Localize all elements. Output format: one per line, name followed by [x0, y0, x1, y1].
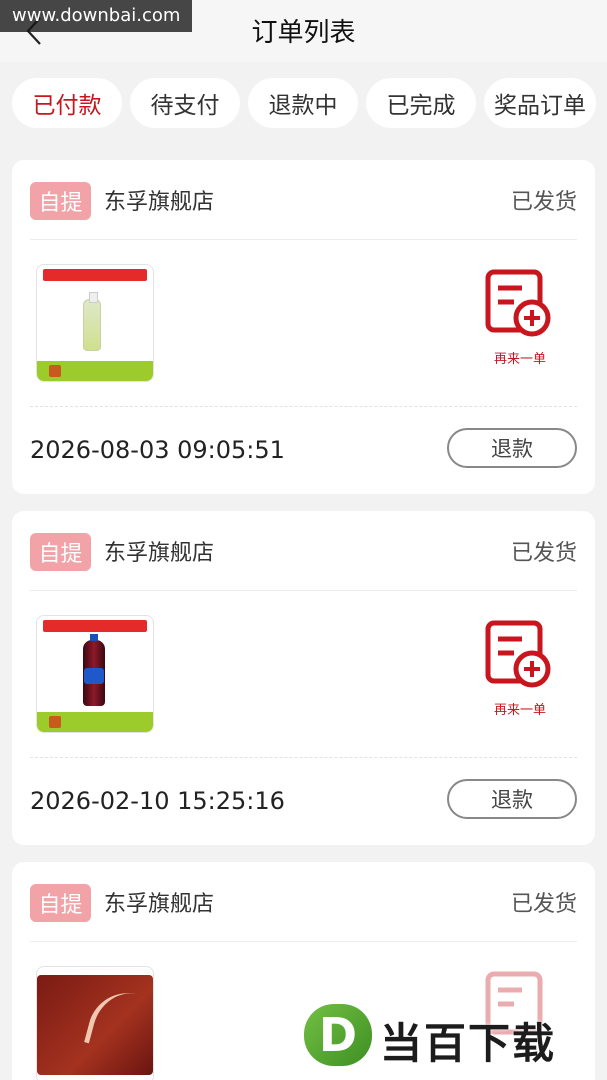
order-status: 已发货 — [510, 892, 577, 917]
brand-name: 当百下载 — [380, 1019, 557, 1068]
order-card[interactable]: 自提 东孚旗舰店 已发货 再来一单 2026-08-03 09:05:51 退款 — [12, 160, 595, 494]
order-status-tabs: 已付款 待支付 退款中 已完成 奖品订单 — [0, 78, 607, 130]
store-name: 东孚旗舰店 — [104, 541, 215, 566]
site-watermark: www.downbai.com — [0, 0, 193, 32]
divider — [30, 757, 577, 758]
tab-completed[interactable]: 已完成 — [366, 78, 476, 128]
pepsi-bottle-icon — [83, 634, 105, 706]
reorder-button[interactable]: 再来一单 — [482, 268, 562, 368]
order-time: 2026-02-10 15:25:16 — [30, 787, 285, 815]
promo-footer — [37, 361, 153, 381]
product-thumbnail[interactable] — [36, 615, 154, 733]
divider — [30, 406, 577, 407]
reorder-button[interactable]: 再来一单 — [482, 619, 562, 719]
product-thumbnail[interactable] — [36, 966, 154, 1080]
brand-logo-icon: D — [304, 1004, 372, 1066]
reorder-icon — [485, 620, 551, 688]
tab-paid[interactable]: 已付款 — [12, 78, 122, 128]
refund-button[interactable]: 退款 — [447, 779, 577, 819]
refund-button[interactable]: 退款 — [447, 428, 577, 468]
promo-banner — [43, 620, 147, 632]
promo-footer — [37, 712, 153, 732]
store-name: 东孚旗舰店 — [104, 190, 215, 215]
pickup-tag: 自提 — [30, 884, 91, 922]
divider — [30, 239, 577, 240]
divider — [30, 941, 577, 942]
order-status: 已发货 — [510, 541, 577, 566]
order-time: 2026-08-03 09:05:51 — [30, 436, 285, 464]
tab-prize-orders[interactable]: 奖品订单 — [484, 78, 596, 128]
order-status: 已发货 — [510, 190, 577, 215]
product-thumbnail[interactable] — [36, 264, 154, 382]
store-name: 东孚旗舰店 — [104, 892, 215, 917]
reorder-icon — [485, 269, 551, 337]
plum-candy-pack-icon — [37, 975, 153, 1075]
green-tea-bottle-icon — [83, 292, 101, 351]
promo-banner — [43, 269, 147, 281]
tab-pending-payment[interactable]: 待支付 — [130, 78, 240, 128]
order-card[interactable]: 自提 东孚旗舰店 已发货 再来一单 2026-02-10 15:25:16 退款 — [12, 511, 595, 845]
pickup-tag: 自提 — [30, 533, 91, 571]
brand-watermark: D 当百下载 — [298, 1000, 598, 1070]
tab-refunding[interactable]: 退款中 — [248, 78, 358, 128]
pickup-tag: 自提 — [30, 182, 91, 220]
reorder-label: 再来一单 — [493, 352, 546, 367]
divider — [30, 590, 577, 591]
reorder-label: 再来一单 — [493, 703, 546, 718]
